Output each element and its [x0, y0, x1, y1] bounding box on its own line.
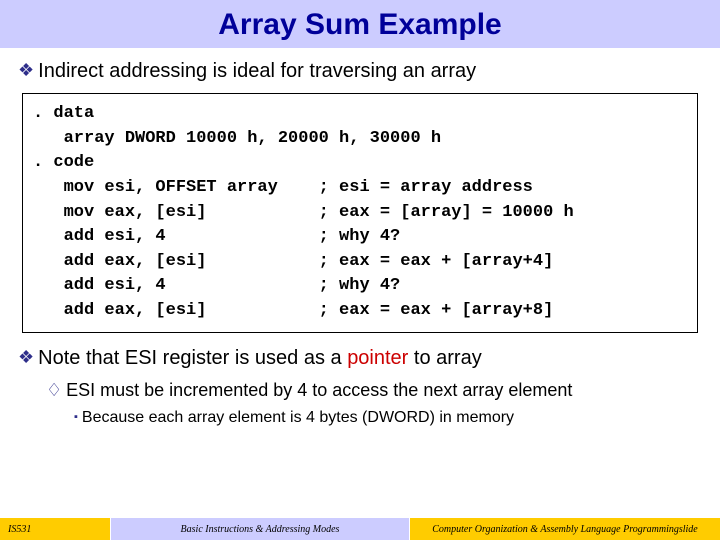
- sub-bullet-increment: ♢ESI must be incremented by 4 to access …: [46, 380, 702, 401]
- footer-left: IS531: [0, 518, 110, 540]
- sub-sub-bullet-text: Because each array element is 4 bytes (D…: [82, 409, 514, 426]
- bullet-text-post: to array: [408, 347, 481, 369]
- slide-content: ❖Indirect addressing is ideal for traver…: [0, 48, 720, 427]
- bullet-esi-pointer: ❖Note that ESI register is used as a poi…: [18, 347, 702, 370]
- slide-title: Array Sum Example: [0, 8, 720, 42]
- footer-right: Computer Organization & Assembly Languag…: [410, 518, 720, 540]
- diamond-open-icon: ♢: [46, 380, 62, 400]
- slide-footer: IS531 Basic Instructions & Addressing Mo…: [0, 518, 720, 540]
- bullet-text-pre: Note that ESI register is used as a: [38, 347, 347, 369]
- title-bar: Array Sum Example: [0, 0, 720, 48]
- pointer-word: pointer: [347, 347, 408, 369]
- sub-bullet-text: ESI must be incremented by 4 to access t…: [66, 380, 572, 400]
- bullet-indirect-addressing: ❖Indirect addressing is ideal for traver…: [18, 60, 702, 83]
- footer-mid: Basic Instructions & Addressing Modes: [110, 518, 410, 540]
- diamond-icon: ❖: [18, 347, 34, 367]
- bullet-text: Indirect addressing is ideal for travers…: [38, 60, 476, 82]
- square-icon: ▪: [74, 411, 78, 423]
- sub-sub-bullet-dword: ▪ Because each array element is 4 bytes (…: [74, 409, 702, 427]
- code-block: . data array DWORD 10000 h, 20000 h, 300…: [22, 93, 698, 333]
- diamond-icon: ❖: [18, 60, 34, 80]
